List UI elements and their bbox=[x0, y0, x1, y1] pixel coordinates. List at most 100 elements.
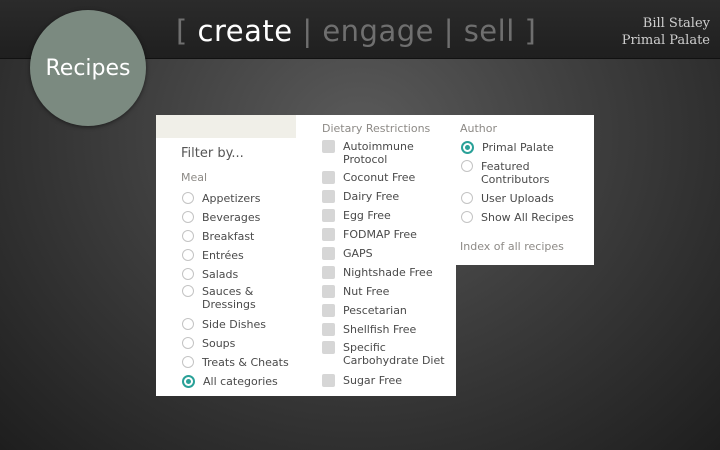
checkbox-icon[interactable] bbox=[322, 285, 335, 298]
radio-icon[interactable] bbox=[182, 230, 194, 242]
checkbox-option[interactable]: Egg Free bbox=[322, 209, 391, 222]
tagline: [ create | engage | sell ] bbox=[176, 14, 536, 48]
radio-icon[interactable] bbox=[182, 192, 194, 204]
option-label-line: Dairy Free bbox=[343, 190, 400, 203]
tagline-sell: sell bbox=[463, 14, 515, 48]
checkbox-option[interactable]: Nightshade Free bbox=[322, 266, 433, 279]
option-label-line: Specific bbox=[343, 341, 386, 354]
recipes-badge: Recipes bbox=[30, 10, 146, 126]
option-label: Nightshade Free bbox=[343, 266, 433, 279]
checkbox-icon[interactable] bbox=[322, 266, 335, 279]
checkbox-icon[interactable] bbox=[322, 374, 335, 387]
radio-icon[interactable] bbox=[182, 285, 194, 297]
checkbox-option[interactable]: Sugar Free bbox=[322, 374, 402, 387]
checkbox-option[interactable]: Shellfish Free bbox=[322, 323, 416, 336]
badge-label: Recipes bbox=[45, 55, 131, 81]
checkbox-icon[interactable] bbox=[322, 247, 335, 260]
radio-icon[interactable] bbox=[461, 211, 473, 223]
checkbox-icon[interactable] bbox=[322, 209, 335, 222]
option-label: Breakfast bbox=[202, 230, 254, 243]
checkbox-icon[interactable] bbox=[322, 228, 335, 241]
checkbox-option[interactable]: Specific Carbohydrate Diet bbox=[322, 341, 445, 367]
option-label-line: FODMAP Free bbox=[343, 228, 417, 241]
option-label: Egg Free bbox=[343, 209, 391, 222]
radio-option[interactable]: Treats & Cheats bbox=[182, 356, 289, 369]
radio-icon[interactable] bbox=[182, 356, 194, 368]
option-label: Show All Recipes bbox=[481, 211, 574, 224]
checkbox-icon[interactable] bbox=[322, 323, 335, 336]
option-label: All categories bbox=[203, 375, 278, 388]
radio-selected-icon[interactable] bbox=[182, 375, 195, 388]
radio-option[interactable]: Sauces & Dressings bbox=[182, 285, 256, 311]
option-label-line: Featured bbox=[481, 160, 530, 173]
option-label-line: Beverages bbox=[202, 211, 261, 224]
option-label: Coconut Free bbox=[343, 171, 415, 184]
radio-icon[interactable] bbox=[182, 268, 194, 280]
option-label-line: Soups bbox=[202, 337, 236, 350]
radio-icon[interactable] bbox=[461, 192, 473, 204]
radio-icon[interactable] bbox=[461, 160, 473, 172]
option-label-line: Salads bbox=[202, 268, 239, 281]
radio-option[interactable]: All categories bbox=[182, 375, 278, 388]
option-label: Appetizers bbox=[202, 192, 260, 205]
checkbox-icon[interactable] bbox=[322, 304, 335, 317]
checkbox-option[interactable]: FODMAP Free bbox=[322, 228, 417, 241]
option-label-line: Dressings bbox=[202, 298, 256, 311]
radio-option[interactable]: Salads bbox=[182, 268, 238, 281]
checkbox-icon[interactable] bbox=[322, 171, 335, 184]
separator: | bbox=[292, 14, 323, 48]
meal-heading: Meal bbox=[181, 171, 208, 184]
radio-option[interactable]: Beverages bbox=[182, 211, 260, 224]
checkbox-option[interactable]: Nut Free bbox=[322, 285, 389, 298]
separator: | bbox=[433, 14, 464, 48]
radio-icon[interactable] bbox=[182, 318, 194, 330]
author-heading: Author bbox=[460, 122, 498, 135]
option-label-line: Coconut Free bbox=[343, 171, 416, 184]
radio-option[interactable]: Side Dishes bbox=[182, 318, 266, 331]
radio-option[interactable]: Featured Contributors bbox=[461, 160, 550, 186]
checkbox-option[interactable]: GAPS bbox=[322, 247, 373, 260]
option-label: Beverages bbox=[202, 211, 260, 224]
radio-icon[interactable] bbox=[182, 337, 194, 349]
radio-option[interactable]: Show All Recipes bbox=[461, 211, 574, 224]
option-label-line: Treats & Cheats bbox=[202, 356, 289, 369]
option-label-line: Protocol bbox=[343, 153, 388, 166]
radio-option[interactable]: User Uploads bbox=[461, 192, 554, 205]
option-label-line: User Uploads bbox=[481, 192, 554, 205]
presenter-name: Bill Staley bbox=[642, 16, 710, 31]
index-of-all-recipes-link[interactable]: Index of all recipes bbox=[460, 240, 564, 253]
tagline-engage: engage bbox=[322, 14, 434, 48]
checkbox-icon[interactable] bbox=[322, 190, 335, 203]
radio-icon[interactable] bbox=[182, 211, 194, 223]
option-label: User Uploads bbox=[481, 192, 554, 205]
radio-selected-icon[interactable] bbox=[461, 141, 474, 154]
option-label: Autoimmune Protocol bbox=[343, 140, 414, 166]
presenter-company: Primal Palate bbox=[621, 33, 710, 48]
checkbox-option[interactable]: Dairy Free bbox=[322, 190, 399, 203]
radio-icon[interactable] bbox=[182, 249, 194, 261]
radio-option[interactable]: Appetizers bbox=[182, 192, 260, 205]
option-label-line: Primal Palate bbox=[482, 141, 554, 154]
option-label-line: Carbohydrate Diet bbox=[343, 354, 445, 367]
radio-option[interactable]: Entrées bbox=[182, 249, 244, 262]
checkbox-option[interactable]: Pescetarian bbox=[322, 304, 407, 317]
bracket-open: [ bbox=[176, 14, 198, 48]
option-label-line: GAPS bbox=[343, 247, 373, 260]
radio-option[interactable]: Primal Palate bbox=[461, 141, 554, 154]
checkbox-option[interactable]: Coconut Free bbox=[322, 171, 415, 184]
checkbox-icon[interactable] bbox=[322, 341, 335, 354]
option-label-line: Shellfish Free bbox=[343, 323, 417, 336]
checkbox-option[interactable]: Autoimmune Protocol bbox=[322, 140, 414, 166]
option-label: GAPS bbox=[343, 247, 373, 260]
checkbox-icon[interactable] bbox=[322, 140, 335, 153]
option-label-line: Nut Free bbox=[343, 285, 390, 298]
option-label: Shellfish Free bbox=[343, 323, 416, 336]
tagline-create: create bbox=[197, 14, 293, 48]
radio-option[interactable]: Soups bbox=[182, 337, 235, 350]
radio-option[interactable]: Breakfast bbox=[182, 230, 254, 243]
option-label: Pescetarian bbox=[343, 304, 407, 317]
option-label-line: Contributors bbox=[481, 173, 550, 186]
option-label: FODMAP Free bbox=[343, 228, 417, 241]
option-label-line: Side Dishes bbox=[202, 318, 267, 331]
option-label: Entrées bbox=[202, 249, 244, 262]
